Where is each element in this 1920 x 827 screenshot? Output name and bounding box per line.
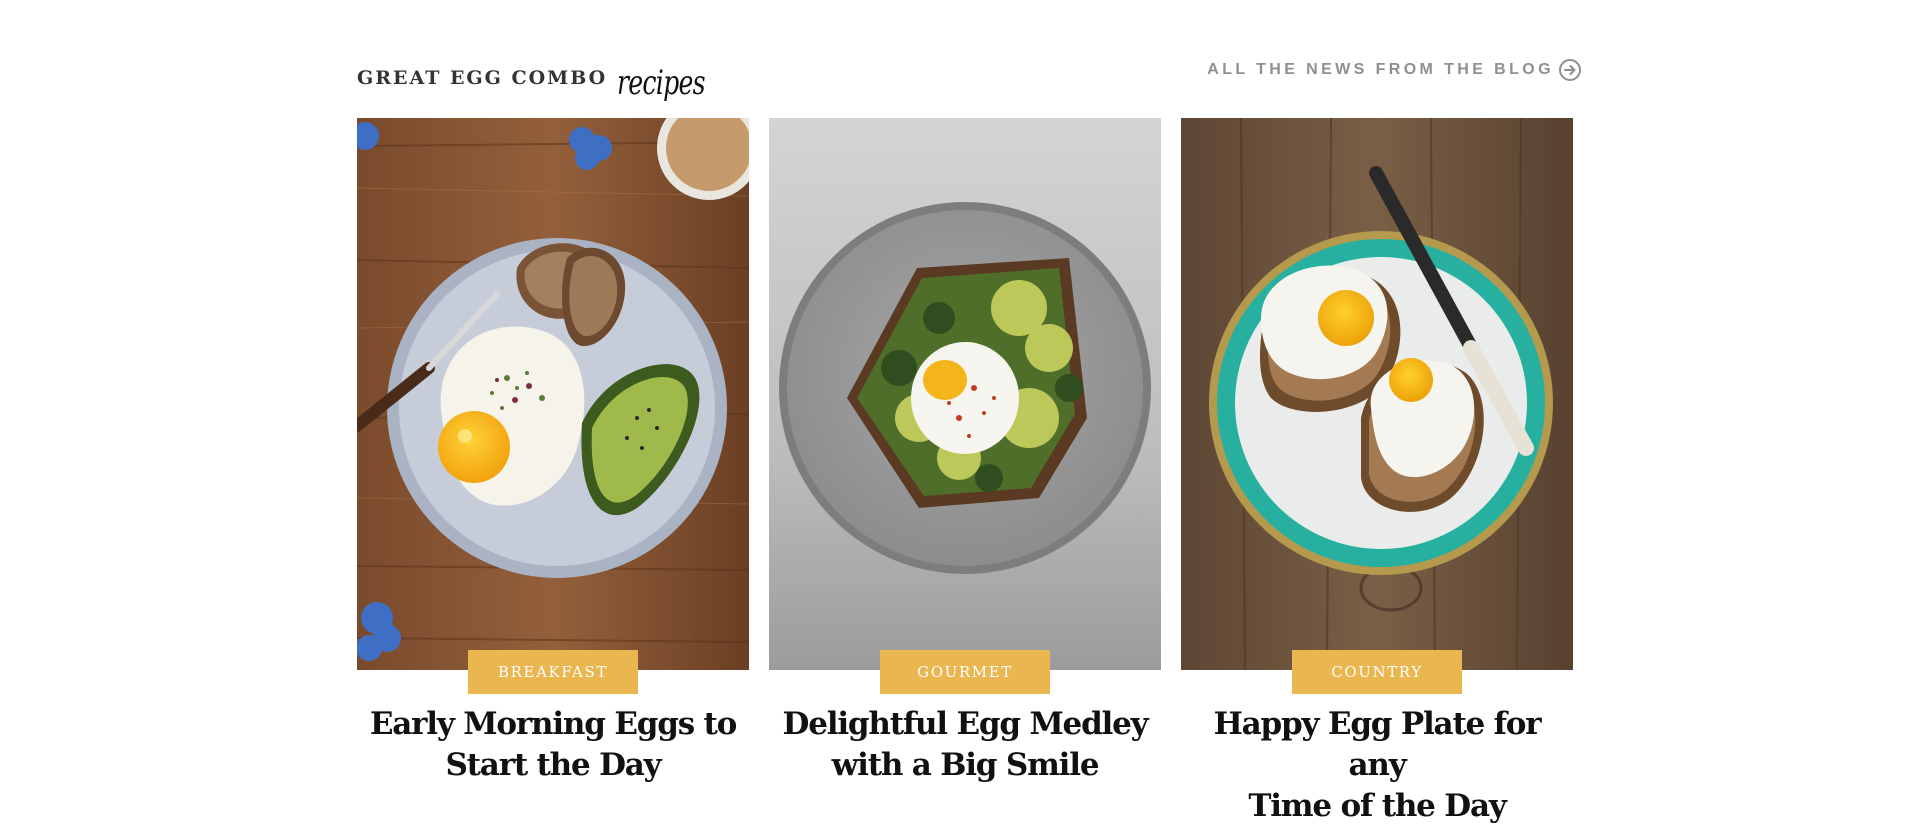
recipe-title-line: Happy Egg Plate for any xyxy=(1213,706,1542,783)
section-title-main: GREAT EGG COMBO xyxy=(357,67,608,89)
recipe-card: BREAKFAST Early Morning Eggs to Start th… xyxy=(357,118,749,800)
recipe-card: GOURMET Delightful Egg Medley with a Big… xyxy=(769,118,1161,800)
recipe-title[interactable]: Happy Egg Plate for any Time of the Day xyxy=(1181,704,1573,827)
category-tag[interactable]: GOURMET xyxy=(880,650,1050,694)
section-title-script: recipes xyxy=(617,63,706,103)
category-tag[interactable]: BREAKFAST xyxy=(468,650,638,694)
blog-link-label: ALL THE NEWS FROM THE BLOG xyxy=(1207,61,1554,78)
recipe-title-line: Delightful Egg Medley xyxy=(782,706,1149,742)
section-header: GREAT EGG COMBO recipes ALL THE NEWS FRO… xyxy=(357,50,1582,103)
section-title: GREAT EGG COMBO recipes xyxy=(357,58,736,103)
category-tag[interactable]: COUNTRY xyxy=(1292,650,1462,694)
recipe-card-image[interactable] xyxy=(357,118,749,670)
recipe-card-image[interactable] xyxy=(769,118,1161,670)
recipe-title-line: Time of the Day xyxy=(1248,788,1507,824)
poached-egg-avocado-toast-photo xyxy=(769,118,1161,670)
arrow-right-circle-icon xyxy=(1558,58,1582,82)
recipe-title[interactable]: Delightful Egg Medley with a Big Smile xyxy=(769,704,1161,786)
recipe-title-line: Early Morning Eggs to xyxy=(369,706,737,742)
recipe-title-line: Start the Day xyxy=(445,747,662,783)
recipe-title-line: with a Big Smile xyxy=(831,747,1100,783)
fried-egg-breakfast-photo xyxy=(357,118,749,670)
recipe-title[interactable]: Early Morning Eggs to Start the Day xyxy=(357,704,749,786)
eggs-on-toast-teal-plate-photo xyxy=(1181,118,1573,670)
recipe-card-image[interactable] xyxy=(1181,118,1573,670)
recipe-card: COUNTRY Happy Egg Plate for any Time of … xyxy=(1181,118,1573,824)
blog-link[interactable]: ALL THE NEWS FROM THE BLOG xyxy=(1207,58,1582,82)
recipes-section: GREAT EGG COMBO recipes ALL THE NEWS FRO… xyxy=(357,0,1582,824)
recipe-cards: BREAKFAST Early Morning Eggs to Start th… xyxy=(357,118,1582,824)
